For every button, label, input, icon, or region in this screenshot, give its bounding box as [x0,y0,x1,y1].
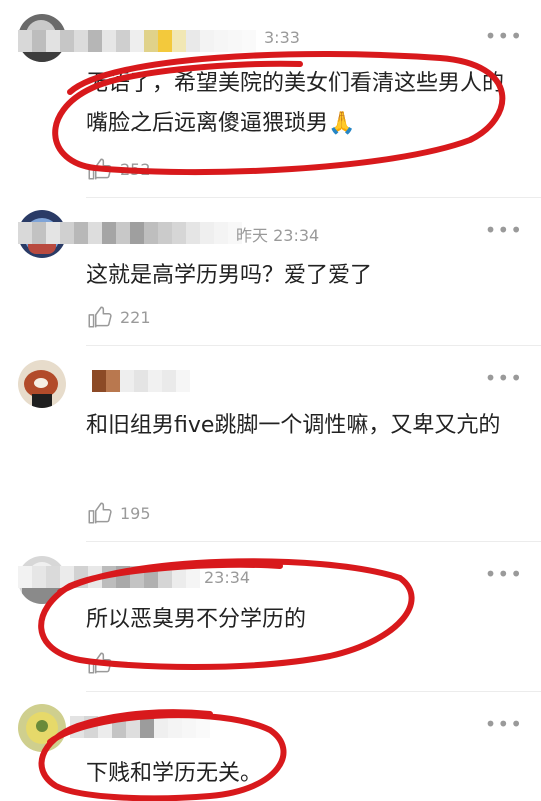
more-dots-icon[interactable]: ••• [485,218,523,242]
thumb-up-icon [88,306,112,328]
comment-text: 下贱和学历无关。 [86,761,263,786]
like-count: 252 [120,159,151,179]
thumb-up-icon [88,502,112,524]
like-button[interactable]: 252 [86,156,151,182]
avatar[interactable] [18,704,66,752]
blurred-username [70,716,210,738]
blurred-username [18,30,256,52]
like-button[interactable]: 221 [86,304,151,330]
blurred-username [92,370,190,392]
divider [86,691,541,692]
comment-timestamp: 昨天 23:34 [236,226,320,245]
avatar[interactable] [18,360,66,408]
blurred-username [18,222,242,244]
divider [86,541,541,542]
like-button[interactable]: 195 [86,500,151,526]
like-button[interactable] [86,650,120,676]
thumb-up-icon [88,158,112,180]
more-dots-icon[interactable]: ••• [485,24,523,48]
divider [86,345,541,346]
comment-text: 和旧组男five跳脚一个调性嘛，又卑又亢的 [86,413,501,438]
comment-text: 这就是高学历男吗？爱了爱了 [86,263,373,288]
more-dots-icon[interactable]: ••• [485,366,523,390]
comment-text: 无语了，希望美院的美女们看清这些男人的嘴脸之后远离傻逼猥琐男🙏 [86,71,505,136]
like-count: 195 [120,503,151,523]
comment-timestamp: 23:34 [204,568,251,587]
more-dots-icon[interactable]: ••• [485,712,523,736]
thumb-up-icon [88,652,112,674]
comment-timestamp: 3:33 [264,28,300,47]
more-dots-icon[interactable]: ••• [485,562,523,586]
divider [86,197,541,198]
blurred-username [18,566,200,588]
like-count: 221 [120,307,151,327]
comment-text: 所以恶臭男不分学历的 [86,607,307,632]
